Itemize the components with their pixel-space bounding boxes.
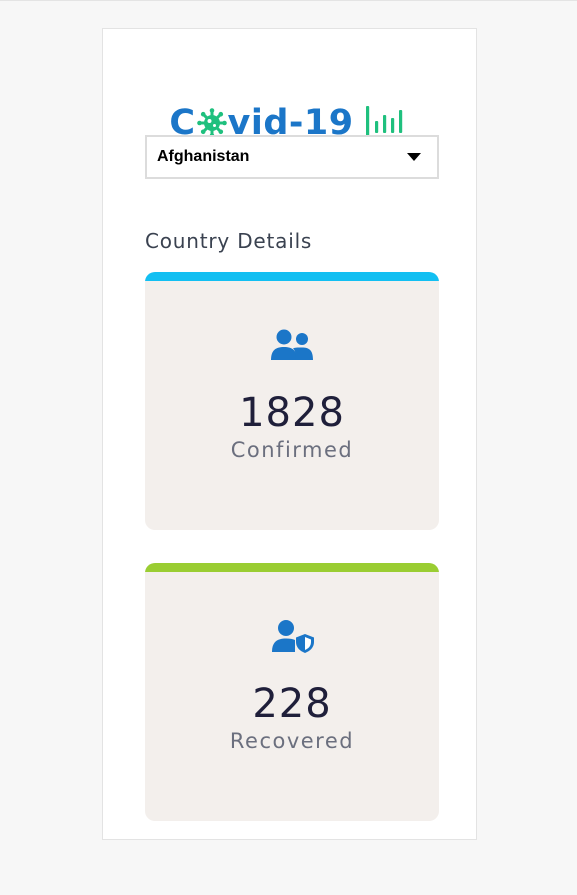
recovered-card: 228 Recovered xyxy=(145,563,439,821)
section-title: Country Details xyxy=(145,229,313,253)
top-divider xyxy=(0,0,577,1)
chevron-down-icon xyxy=(407,153,421,161)
recovered-card-bar xyxy=(145,563,439,572)
country-select-value: Afghanistan xyxy=(157,148,250,165)
confirmed-card-bar xyxy=(145,272,439,281)
users-icon xyxy=(145,328,439,362)
confirmed-label: Confirmed xyxy=(230,438,354,462)
main-panel: C vid-19 Afghanistan Country Details 182… xyxy=(102,28,477,840)
country-select[interactable]: Afghanistan xyxy=(145,135,439,179)
recovered-count: 228 xyxy=(252,681,332,727)
virus-icon xyxy=(196,108,227,138)
confirmed-count: 1828 xyxy=(239,390,345,436)
confirmed-card: 1828 Confirmed xyxy=(145,272,439,530)
recovered-label: Recovered xyxy=(229,729,355,753)
user-shield-icon xyxy=(145,619,439,653)
